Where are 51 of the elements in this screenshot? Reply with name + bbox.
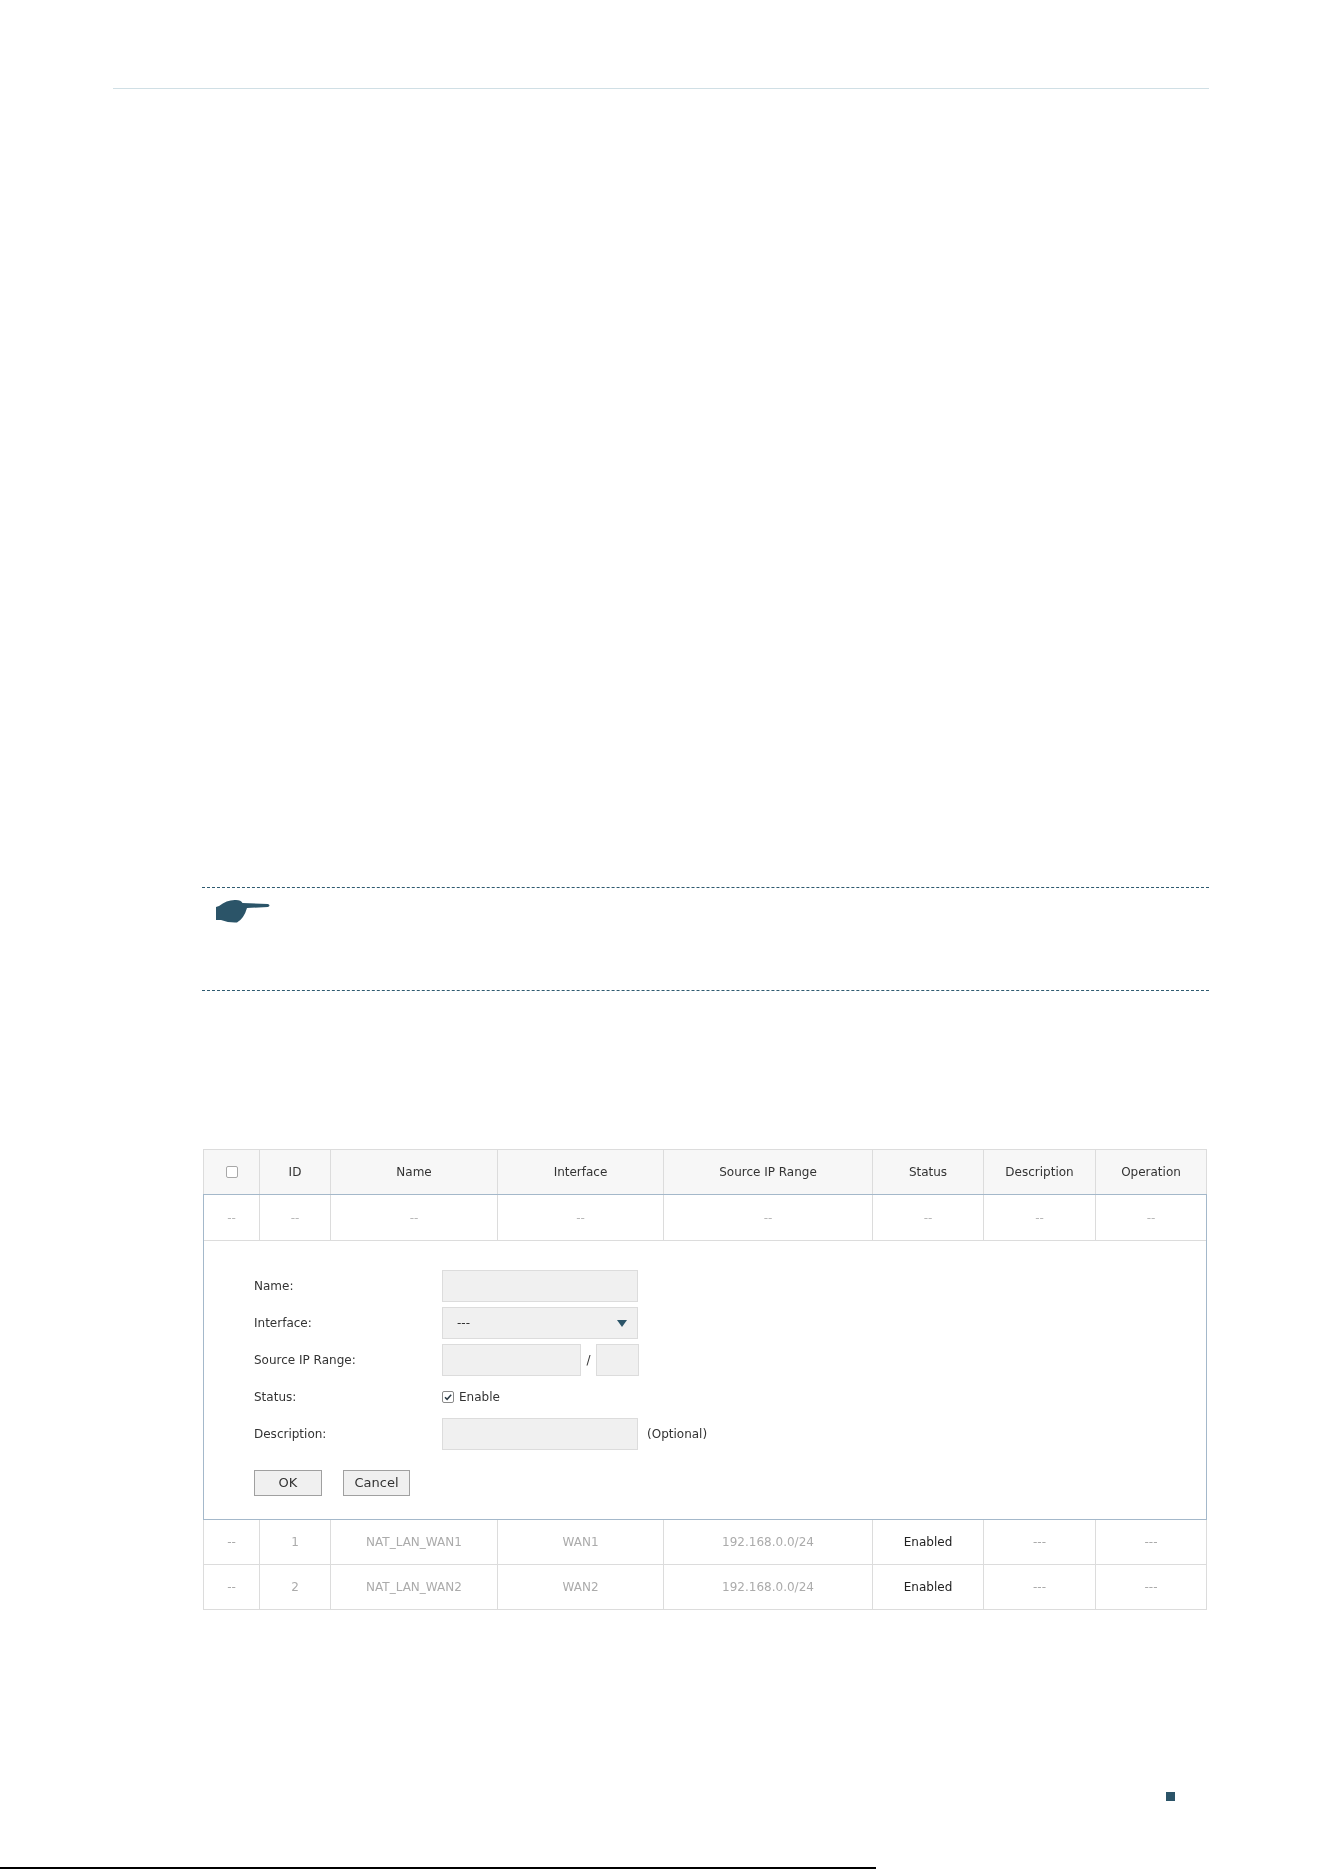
hint-text: (Optional) <box>647 1426 708 1443</box>
table-cell-text: -- <box>1145 1209 1157 1227</box>
table-cell: 192.168.0.0/24 <box>664 1565 873 1609</box>
field-label: Description: <box>254 1426 328 1443</box>
ok-button[interactable]: OK <box>254 1470 322 1496</box>
table-cell: --- <box>984 1520 1096 1564</box>
checkbox[interactable] <box>225 1166 238 1178</box>
table-cell: WAN2 <box>498 1565 664 1609</box>
table-cell-text: --- <box>1143 1534 1159 1551</box>
column-header: Source IP Range <box>664 1150 873 1194</box>
table-cell: -- <box>331 1195 498 1240</box>
table-cell: -- <box>873 1195 984 1240</box>
table-cell: 192.168.0.0/24 <box>664 1520 873 1564</box>
input-field[interactable] <box>442 1270 638 1302</box>
column-header: Description <box>984 1150 1096 1194</box>
table-cell: Enabled <box>873 1520 984 1564</box>
column-header: Interface <box>498 1150 664 1194</box>
table-cell: -- <box>204 1520 260 1564</box>
cancel-button[interactable]: Cancel <box>343 1470 410 1496</box>
table-cell: 2 <box>260 1565 331 1609</box>
column-header: Status <box>873 1150 984 1194</box>
field-label: Source IP Range: <box>254 1352 357 1369</box>
caret-icon <box>617 1319 627 1327</box>
column-header: Name <box>331 1150 498 1194</box>
table-cell: -- <box>498 1195 664 1240</box>
table-cell: NAT_LAN_WAN1 <box>331 1520 498 1564</box>
input-field[interactable] <box>442 1418 638 1450</box>
input-field[interactable] <box>442 1344 581 1376</box>
table-cell: WAN1 <box>498 1520 664 1564</box>
checkbox-label[interactable]: Enable <box>459 1388 500 1406</box>
table-cell: -- <box>204 1565 260 1609</box>
pointing-hand-icon <box>215 899 271 923</box>
field-label: Status: <box>254 1389 298 1406</box>
table-cell: Enabled <box>873 1565 984 1609</box>
field-label: Interface: <box>254 1315 313 1332</box>
column-header: Operation <box>1120 1164 1182 1181</box>
separator-text: / <box>585 1352 592 1369</box>
field-label: Name: <box>254 1278 295 1295</box>
table-cell: -- <box>204 1195 260 1240</box>
interface-dropdown[interactable]: --- <box>442 1307 638 1339</box>
table-cell: NAT_LAN_WAN2 <box>331 1565 498 1609</box>
table-cell: -- <box>664 1195 873 1240</box>
table-cell: 1 <box>260 1520 331 1564</box>
table-cell: -- <box>260 1195 331 1240</box>
table-cell-text: --- <box>1143 1579 1159 1596</box>
input-field[interactable] <box>596 1344 639 1376</box>
table-cell: -- <box>984 1195 1096 1240</box>
checkbox[interactable] <box>442 1391 454 1403</box>
square-marker-icon <box>1166 1792 1175 1801</box>
table-cell: --- <box>984 1565 1096 1609</box>
column-header: ID <box>260 1150 331 1194</box>
